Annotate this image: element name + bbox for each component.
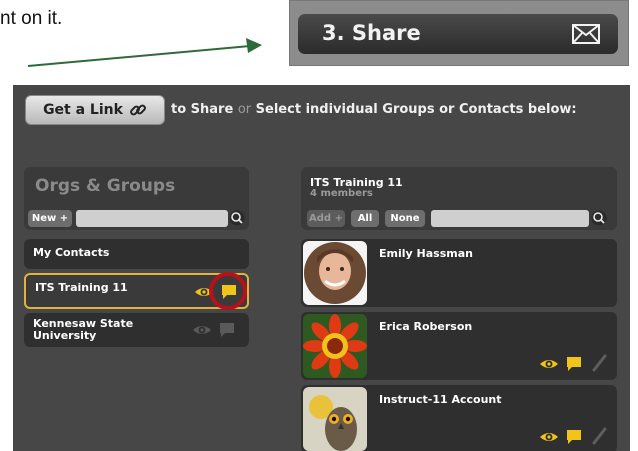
pencil-icon[interactable] [591,427,607,445]
group-label: Kennesaw State University [33,317,134,342]
orgs-groups-title: Orgs & Groups [35,176,176,196]
search-icon[interactable] [229,210,245,226]
groups-search-input[interactable] [76,210,228,227]
get-link-label: Get a Link [43,102,123,118]
eye-icon[interactable] [192,322,212,338]
highlight-circle [209,272,247,310]
contact-photo [303,241,367,305]
group-label: ITS Training 11 [35,281,128,294]
contact-name: Instruct-11 Account [379,393,502,406]
contact-card[interactable]: Erica Roberson [301,312,617,380]
chat-icon[interactable] [566,429,582,445]
pencil-icon[interactable] [591,354,607,372]
share-panel: Get a Link to Share or Select individual… [13,85,630,451]
contact-photo [303,314,367,378]
search-icon[interactable] [591,210,607,226]
group-item-kennesaw-state-university[interactable]: Kennesaw State University [24,313,249,347]
eye-icon[interactable] [539,356,559,372]
contact-photo [303,387,367,451]
group-label: My Contacts [33,246,110,259]
contact-card[interactable]: Emily Hassman [301,239,617,307]
team-panel: ITS Training 11 4 members Add + All None [301,167,617,230]
contacts-search-input[interactable] [431,210,589,227]
eye-icon[interactable] [539,429,559,445]
contact-card[interactable]: Instruct-11 Account [301,385,617,451]
share-step-panel: 3. Share [289,0,629,66]
pointer-arrow [27,38,262,67]
group-item-my-contacts[interactable]: My Contacts [24,239,249,269]
link-icon [130,104,146,116]
new-group-button[interactable]: New + [28,210,72,227]
get-a-link-button[interactable]: Get a Link [25,95,165,125]
add-member-button[interactable]: Add + [307,210,345,227]
orgs-groups-panel: Orgs & Groups New + [24,167,249,230]
select-all-button[interactable]: All [351,210,379,227]
contact-name: Erica Roberson [379,320,473,333]
share-step-header[interactable]: 3. Share [298,14,618,54]
share-step-title: 3. Share [322,21,421,45]
share-text-2: Select individual Groups or Contacts bel… [255,102,577,117]
share-instructions: to Share or Select individual Groups or … [171,102,577,117]
or-text: or [237,102,252,117]
chat-icon[interactable] [566,356,582,372]
contact-name: Emily Hassman [379,247,473,260]
select-none-button[interactable]: None [385,210,425,227]
chat-icon[interactable] [219,322,235,338]
envelope-icon [572,24,600,44]
team-members-count: 4 members [310,188,373,199]
share-text-1: to Share [171,102,234,117]
